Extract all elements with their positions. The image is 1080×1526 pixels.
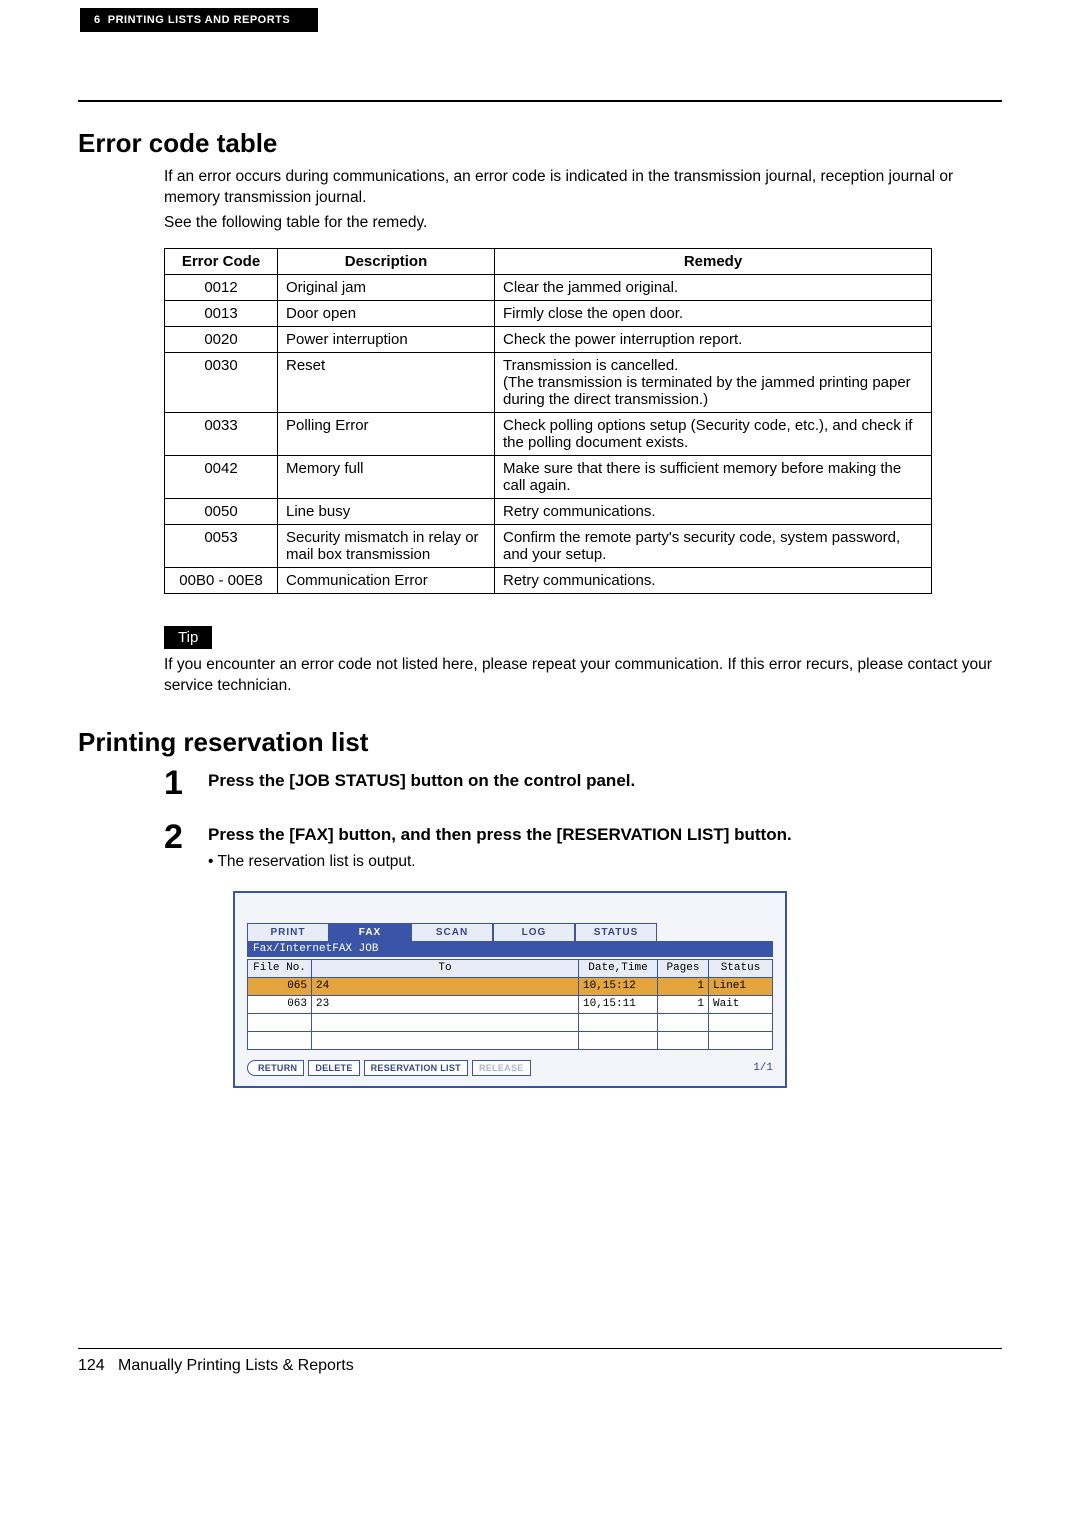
page-number: 124 bbox=[78, 1357, 105, 1374]
subbar: Fax/InternetFAX JOB bbox=[247, 941, 773, 957]
jth-pages: Pages bbox=[658, 959, 709, 977]
cell-remedy: Firmly close the open door. bbox=[495, 300, 932, 326]
cell-desc: Polling Error bbox=[278, 412, 495, 455]
table-row: 0030ResetTransmission is cancelled. (The… bbox=[165, 352, 932, 412]
cell-desc: Power interruption bbox=[278, 326, 495, 352]
section-title: PRINTING LISTS AND REPORTS bbox=[108, 14, 291, 26]
table-row: 0012Original jamClear the jammed origina… bbox=[165, 274, 932, 300]
cell-remedy: Clear the jammed original. bbox=[495, 274, 932, 300]
th-error-code: Error Code bbox=[165, 248, 278, 274]
heading-printing-reservation: Printing reservation list bbox=[78, 727, 1002, 758]
tab-fax[interactable]: FAX bbox=[329, 923, 411, 941]
cell-date: 10,15:12 bbox=[579, 977, 658, 995]
intro-text-2: See the following table for the remedy. bbox=[164, 213, 1002, 234]
step-2-title: Press the [FAX] button, and then press t… bbox=[208, 824, 1002, 847]
table-row[interactable]: 0632310,15:111Wait bbox=[248, 995, 773, 1013]
cell-desc: Reset bbox=[278, 352, 495, 412]
cell-code: 0030 bbox=[165, 352, 278, 412]
cell-pages: 1 bbox=[658, 977, 709, 995]
cell-status: Wait bbox=[709, 995, 773, 1013]
tip-label: Tip bbox=[164, 626, 212, 649]
table-row: 0050Line busyRetry communications. bbox=[165, 498, 932, 524]
tip-text: If you encounter an error code not liste… bbox=[164, 655, 1002, 697]
job-status-screen: PRINT FAX SCAN LOG STATUS Fax/InternetFA… bbox=[233, 891, 787, 1088]
cell-code: 0013 bbox=[165, 300, 278, 326]
cell-remedy: Retry communications. bbox=[495, 498, 932, 524]
cell-to: 24 bbox=[312, 977, 579, 995]
cell-file: 065 bbox=[248, 977, 312, 995]
table-row-empty bbox=[248, 1013, 773, 1031]
step-1-number: 1 bbox=[164, 766, 208, 800]
cell-to: 23 bbox=[312, 995, 579, 1013]
table-row: 0042Memory fullMake sure that there is s… bbox=[165, 455, 932, 498]
table-row[interactable]: 0652410,15:121Line1 bbox=[248, 977, 773, 995]
table-row: 00B0 - 00E8Communication ErrorRetry comm… bbox=[165, 567, 932, 593]
intro-text-1: If an error occurs during communications… bbox=[164, 167, 1002, 209]
jth-date: Date,Time bbox=[579, 959, 658, 977]
cell-remedy: Check polling options setup (Security co… bbox=[495, 412, 932, 455]
cell-code: 0012 bbox=[165, 274, 278, 300]
cell-code: 0042 bbox=[165, 455, 278, 498]
table-row: 0053Security mismatch in relay or mail b… bbox=[165, 524, 932, 567]
cell-remedy: Transmission is cancelled. (The transmis… bbox=[495, 352, 932, 412]
cell-code: 0050 bbox=[165, 498, 278, 524]
jth-status: Status bbox=[709, 959, 773, 977]
cell-remedy: Check the power interruption report. bbox=[495, 326, 932, 352]
error-code-table: Error Code Description Remedy 0012Origin… bbox=[164, 248, 932, 594]
heading-error-code-table: Error code table bbox=[78, 128, 1002, 159]
cell-file: 063 bbox=[248, 995, 312, 1013]
button-row: RETURN DELETE RESERVATION LIST RELEASE 1… bbox=[247, 1060, 773, 1076]
tab-print[interactable]: PRINT bbox=[247, 923, 329, 941]
cell-remedy: Confirm the remote party's security code… bbox=[495, 524, 932, 567]
cell-desc: Security mismatch in relay or mail box t… bbox=[278, 524, 495, 567]
cell-remedy: Make sure that there is sufficient memor… bbox=[495, 455, 932, 498]
job-table: File No. To Date,Time Pages Status 06524… bbox=[247, 959, 773, 1050]
table-row: 0013Door openFirmly close the open door. bbox=[165, 300, 932, 326]
cell-desc: Communication Error bbox=[278, 567, 495, 593]
cell-desc: Line busy bbox=[278, 498, 495, 524]
jth-file: File No. bbox=[248, 959, 312, 977]
page-footer-title: Manually Printing Lists & Reports bbox=[118, 1357, 354, 1374]
return-button[interactable]: RETURN bbox=[247, 1060, 304, 1076]
cell-remedy: Retry communications. bbox=[495, 567, 932, 593]
step-1-title: Press the [JOB STATUS] button on the con… bbox=[208, 770, 1002, 793]
table-row-empty bbox=[248, 1031, 773, 1049]
jth-to: To bbox=[312, 959, 579, 977]
cell-pages: 1 bbox=[658, 995, 709, 1013]
release-button[interactable]: RELEASE bbox=[472, 1060, 531, 1076]
step-1: 1 Press the [JOB STATUS] button on the c… bbox=[164, 766, 1002, 800]
cell-code: 0020 bbox=[165, 326, 278, 352]
tab-scan[interactable]: SCAN bbox=[411, 923, 493, 941]
cell-code: 0053 bbox=[165, 524, 278, 567]
cell-code: 00B0 - 00E8 bbox=[165, 567, 278, 593]
cell-desc: Original jam bbox=[278, 274, 495, 300]
header-tab: 6 PRINTING LISTS AND REPORTS bbox=[80, 8, 318, 32]
cell-code: 0033 bbox=[165, 412, 278, 455]
tabs-row: PRINT FAX SCAN LOG STATUS bbox=[247, 923, 773, 941]
table-row: 0020Power interruptionCheck the power in… bbox=[165, 326, 932, 352]
th-remedy: Remedy bbox=[495, 248, 932, 274]
step-2-number: 2 bbox=[164, 820, 208, 854]
step-2-bullet: The reservation list is output. bbox=[208, 853, 1002, 871]
cell-date: 10,15:11 bbox=[579, 995, 658, 1013]
delete-button[interactable]: DELETE bbox=[308, 1060, 359, 1076]
top-rule bbox=[78, 100, 1002, 102]
tab-status[interactable]: STATUS bbox=[575, 923, 657, 941]
page-footer: 124 Manually Printing Lists & Reports bbox=[0, 1328, 1080, 1395]
section-number: 6 bbox=[94, 14, 101, 26]
cell-status: Line1 bbox=[709, 977, 773, 995]
footer-rule bbox=[78, 1348, 1002, 1349]
table-row: 0033Polling ErrorCheck polling options s… bbox=[165, 412, 932, 455]
tab-log[interactable]: LOG bbox=[493, 923, 575, 941]
cell-desc: Memory full bbox=[278, 455, 495, 498]
cell-desc: Door open bbox=[278, 300, 495, 326]
pager: 1/1 bbox=[753, 1062, 773, 1074]
step-2: 2 Press the [FAX] button, and then press… bbox=[164, 820, 1002, 871]
reservation-list-button[interactable]: RESERVATION LIST bbox=[364, 1060, 468, 1076]
th-description: Description bbox=[278, 248, 495, 274]
